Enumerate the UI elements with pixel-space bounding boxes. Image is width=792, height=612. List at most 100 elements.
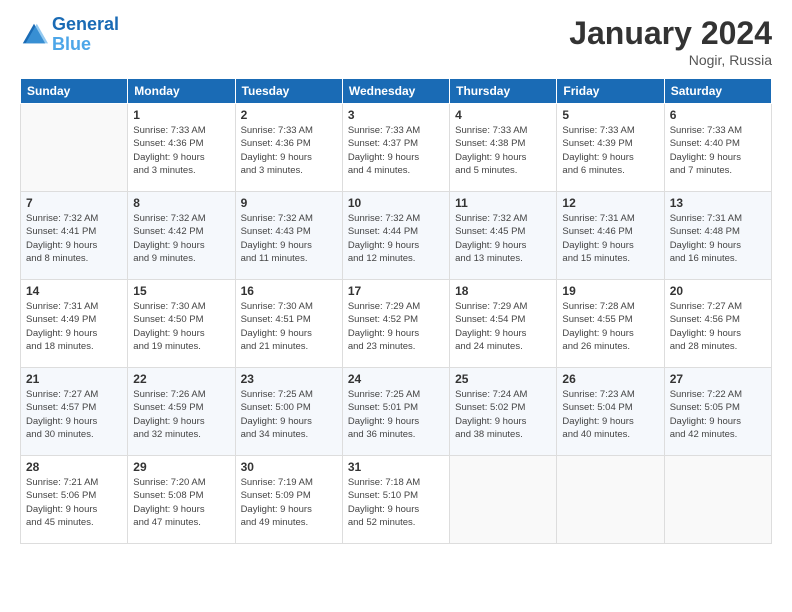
calendar-cell: 29 Sunrise: 7:20 AMSunset: 5:08 PMDayligh… <box>128 456 235 544</box>
day-number: 4 <box>455 108 551 122</box>
day-number: 21 <box>26 372 122 386</box>
calendar-cell: 18Sunrise: 7:29 AMSunset: 4:54 PMDayligh… <box>450 280 557 368</box>
day-info: Sunrise: 7:28 AMSunset: 4:55 PMDaylight:… <box>562 300 658 353</box>
day-number: 3 <box>348 108 444 122</box>
col-tuesday: Tuesday <box>235 79 342 104</box>
page: General Blue January 2024 Nogir, Russia … <box>0 0 792 612</box>
day-number: 6 <box>670 108 766 122</box>
day-info: Sunrise: 7:32 AMSunset: 4:45 PMDaylight:… <box>455 212 551 265</box>
day-number: 20 <box>670 284 766 298</box>
day-number: 18 <box>455 284 551 298</box>
day-info: Sunrise: 7:18 AMSunset: 5:10 PMDaylight:… <box>348 476 444 529</box>
day-number: 17 <box>348 284 444 298</box>
col-sunday: Sunday <box>21 79 128 104</box>
logo-icon <box>20 21 48 49</box>
calendar-cell: 26 Sunrise: 7:23 AMSunset: 5:04 PMDayligh… <box>557 368 664 456</box>
day-info: Sunrise: 7:33 AMSunset: 4:39 PMDaylight:… <box>562 124 658 177</box>
calendar-cell: 2Sunrise: 7:33 AMSunset: 4:36 PMDaylight… <box>235 104 342 192</box>
day-info: Sunrise: 7:32 AMSunset: 4:41 PMDaylight:… <box>26 212 122 265</box>
calendar-cell: 24 Sunrise: 7:25 AMSunset: 5:01 PMDayligh… <box>342 368 449 456</box>
day-info: Sunrise: 7:27 AMSunset: 4:57 PMDaylight:… <box>26 388 122 441</box>
calendar-cell: 4 Sunrise: 7:33 AMSunset: 4:38 PMDaylight… <box>450 104 557 192</box>
day-info: Sunrise: 7:33 AMSunset: 4:38 PMDaylight:… <box>455 124 551 177</box>
title-block: January 2024 Nogir, Russia <box>569 15 772 68</box>
calendar-cell: 1 Sunrise: 7:33 AMSunset: 4:36 PMDaylight… <box>128 104 235 192</box>
calendar-cell <box>664 456 771 544</box>
calendar-cell: 15Sunrise: 7:30 AMSunset: 4:50 PMDayligh… <box>128 280 235 368</box>
day-info: Sunrise: 7:32 AMSunset: 4:42 PMDaylight:… <box>133 212 229 265</box>
day-number: 2 <box>241 108 337 122</box>
day-info: Sunrise: 7:25 AMSunset: 5:00 PMDaylight:… <box>241 388 337 441</box>
calendar-cell: 7 Sunrise: 7:32 AMSunset: 4:41 PMDaylight… <box>21 192 128 280</box>
day-info: Sunrise: 7:23 AMSunset: 5:04 PMDaylight:… <box>562 388 658 441</box>
day-number: 15 <box>133 284 229 298</box>
calendar-cell: 6 Sunrise: 7:33 AMSunset: 4:40 PMDaylight… <box>664 104 771 192</box>
day-number: 25 <box>455 372 551 386</box>
day-info: Sunrise: 7:33 AMSunset: 4:40 PMDaylight:… <box>670 124 766 177</box>
day-number: 5 <box>562 108 658 122</box>
day-info: Sunrise: 7:31 AMSunset: 4:49 PMDaylight:… <box>26 300 122 353</box>
day-number: 27 <box>670 372 766 386</box>
day-number: 28 <box>26 460 122 474</box>
day-info: Sunrise: 7:20 AMSunset: 5:08 PMDaylight:… <box>133 476 229 529</box>
col-wednesday: Wednesday <box>342 79 449 104</box>
calendar-cell <box>21 104 128 192</box>
day-info: Sunrise: 7:33 AMSunset: 4:36 PMDaylight:… <box>133 124 229 177</box>
week-row-1: 1 Sunrise: 7:33 AMSunset: 4:36 PMDaylight… <box>21 104 772 192</box>
day-info: Sunrise: 7:33 AMSunset: 4:37 PMDaylight:… <box>348 124 444 177</box>
day-info: Sunrise: 7:32 AMSunset: 4:44 PMDaylight:… <box>348 212 444 265</box>
calendar-cell: 20Sunrise: 7:27 AMSunset: 4:56 PMDayligh… <box>664 280 771 368</box>
calendar-body: 1 Sunrise: 7:33 AMSunset: 4:36 PMDaylight… <box>21 104 772 544</box>
calendar-cell <box>557 456 664 544</box>
calendar-title: January 2024 <box>569 15 772 52</box>
day-number: 29 <box>133 460 229 474</box>
day-number: 19 <box>562 284 658 298</box>
calendar-cell: 5 Sunrise: 7:33 AMSunset: 4:39 PMDaylight… <box>557 104 664 192</box>
calendar-cell: 12Sunrise: 7:31 AMSunset: 4:46 PMDayligh… <box>557 192 664 280</box>
day-number: 31 <box>348 460 444 474</box>
calendar-cell: 23 Sunrise: 7:25 AMSunset: 5:00 PMDayligh… <box>235 368 342 456</box>
week-row-3: 14 Sunrise: 7:31 AMSunset: 4:49 PMDayligh… <box>21 280 772 368</box>
col-monday: Monday <box>128 79 235 104</box>
day-info: Sunrise: 7:19 AMSunset: 5:09 PMDaylight:… <box>241 476 337 529</box>
day-number: 11 <box>455 196 551 210</box>
logo-text: General Blue <box>52 15 119 55</box>
calendar-cell: 11 Sunrise: 7:32 AMSunset: 4:45 PMDayligh… <box>450 192 557 280</box>
calendar-table: Sunday Monday Tuesday Wednesday Thursday… <box>20 78 772 544</box>
day-number: 16 <box>241 284 337 298</box>
col-thursday: Thursday <box>450 79 557 104</box>
day-number: 26 <box>562 372 658 386</box>
day-info: Sunrise: 7:32 AMSunset: 4:43 PMDaylight:… <box>241 212 337 265</box>
calendar-cell: 9 Sunrise: 7:32 AMSunset: 4:43 PMDaylight… <box>235 192 342 280</box>
day-info: Sunrise: 7:21 AMSunset: 5:06 PMDaylight:… <box>26 476 122 529</box>
calendar-cell: 21 Sunrise: 7:27 AMSunset: 4:57 PMDayligh… <box>21 368 128 456</box>
col-friday: Friday <box>557 79 664 104</box>
day-number: 14 <box>26 284 122 298</box>
calendar-cell: 13Sunrise: 7:31 AMSunset: 4:48 PMDayligh… <box>664 192 771 280</box>
day-number: 7 <box>26 196 122 210</box>
day-info: Sunrise: 7:25 AMSunset: 5:01 PMDaylight:… <box>348 388 444 441</box>
week-row-2: 7 Sunrise: 7:32 AMSunset: 4:41 PMDaylight… <box>21 192 772 280</box>
calendar-cell: 16 Sunrise: 7:30 AMSunset: 4:51 PMDayligh… <box>235 280 342 368</box>
day-number: 9 <box>241 196 337 210</box>
calendar-cell: 19 Sunrise: 7:28 AMSunset: 4:55 PMDayligh… <box>557 280 664 368</box>
calendar-cell: 14 Sunrise: 7:31 AMSunset: 4:49 PMDayligh… <box>21 280 128 368</box>
day-number: 13 <box>670 196 766 210</box>
day-number: 22 <box>133 372 229 386</box>
day-number: 23 <box>241 372 337 386</box>
day-info: Sunrise: 7:30 AMSunset: 4:51 PMDaylight:… <box>241 300 337 353</box>
day-number: 1 <box>133 108 229 122</box>
day-number: 24 <box>348 372 444 386</box>
calendar-cell: 3 Sunrise: 7:33 AMSunset: 4:37 PMDaylight… <box>342 104 449 192</box>
week-row-4: 21 Sunrise: 7:27 AMSunset: 4:57 PMDayligh… <box>21 368 772 456</box>
day-info: Sunrise: 7:22 AMSunset: 5:05 PMDaylight:… <box>670 388 766 441</box>
calendar-cell <box>450 456 557 544</box>
day-info: Sunrise: 7:31 AMSunset: 4:46 PMDaylight:… <box>562 212 658 265</box>
calendar-cell: 8Sunrise: 7:32 AMSunset: 4:42 PMDaylight… <box>128 192 235 280</box>
logo-general: General <box>52 14 119 34</box>
day-info: Sunrise: 7:26 AMSunset: 4:59 PMDaylight:… <box>133 388 229 441</box>
logo-blue: Blue <box>52 34 91 54</box>
calendar-cell: 28 Sunrise: 7:21 AMSunset: 5:06 PMDayligh… <box>21 456 128 544</box>
calendar-cell: 25Sunrise: 7:24 AMSunset: 5:02 PMDayligh… <box>450 368 557 456</box>
calendar-subtitle: Nogir, Russia <box>569 52 772 68</box>
